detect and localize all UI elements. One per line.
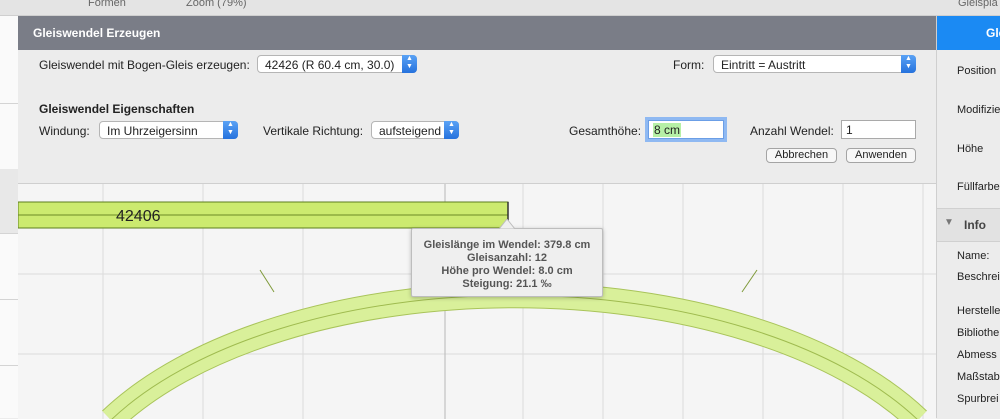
windung-select-value: Im Uhrzeigersinn — [107, 124, 198, 138]
updown-chevron-icon: ▲ ▼ — [402, 55, 417, 73]
sidebar-info-section[interactable]: ▼ Info — [937, 208, 1000, 242]
form-select[interactable]: Eintritt = Austritt ▲ ▼ — [713, 55, 916, 73]
sidebar-massstab: Maßstab — [957, 371, 1000, 383]
sidebar-abmessung: Abmess — [957, 349, 997, 361]
toolbar-gleisplan-label[interactable]: Gleispla — [958, 0, 998, 9]
tooltip-count: Gleisanzahl: 12 — [466, 252, 548, 264]
gleiswendel-dialog: Gleiswendel Erzeugen Gleiswendel mit Bog… — [18, 16, 936, 419]
tooltip-arrow-icon — [499, 219, 515, 229]
track-info-tooltip: Gleislänge im Wendel: 379.8 cm Gleisanza… — [411, 228, 603, 297]
inspector-sidebar: Glei Position Modifizie Höhe Füllfarbe ▼… — [936, 16, 1000, 418]
track-preview-canvas[interactable]: 42406 Gleislänge im Wendel: 379.8 cm Gle… — [18, 183, 936, 419]
sidebar-name: Name: — [957, 250, 990, 262]
toolbar-zoom-label[interactable]: Zoom (79%) — [186, 0, 247, 9]
anzahl-value: 1 — [846, 123, 853, 137]
top-toolbar: Formen Zoom (79%) Gleispla — [0, 0, 1000, 16]
form-label: Form: — [673, 58, 705, 72]
anzahl-label: Anzahl Wendel: — [750, 124, 834, 138]
sidebar-fuellfarbe[interactable]: Füllfarbe — [957, 181, 1000, 193]
sidebar-hersteller: Herstelle — [957, 305, 1000, 317]
apply-button[interactable]: Anwenden — [846, 148, 916, 163]
anzahl-input[interactable]: 1 — [841, 120, 916, 139]
updown-chevron-icon: ▲ ▼ — [444, 121, 459, 139]
tooltip-length: Gleislänge im Wendel: 379.8 cm — [423, 239, 591, 251]
section-title: Gleiswendel Eigenschaften — [39, 102, 195, 116]
gesamthoehe-input[interactable]: 8 cm — [648, 120, 724, 139]
sidebar-tab-label: Glei — [986, 26, 1000, 40]
tooltip-gradient: Steigung: 21.1 ‰ — [462, 278, 552, 290]
richtung-select[interactable]: aufsteigend ▲ ▼ — [371, 121, 459, 139]
bogen-select[interactable]: 42426 (R 60.4 cm, 30.0) ▲ ▼ — [257, 55, 417, 73]
windung-select[interactable]: Im Uhrzeigersinn ▲ ▼ — [99, 121, 238, 139]
windung-label: Windung: — [39, 124, 90, 138]
sidebar-hoehe[interactable]: Höhe — [957, 143, 983, 155]
disclosure-triangle-icon: ▼ — [944, 217, 954, 228]
dialog-titlebar: Gleiswendel Erzeugen — [18, 16, 936, 50]
updown-chevron-icon: ▲ ▼ — [223, 121, 238, 139]
track-drawing: 42406 — [18, 184, 936, 419]
sidebar-beschreibung: Beschrei — [957, 271, 1000, 283]
sidebar-position[interactable]: Position — [957, 65, 996, 77]
updown-chevron-icon: ▲ ▼ — [901, 55, 916, 73]
toolbar-formen-label[interactable]: Formen — [88, 0, 126, 9]
track-label: 42406 — [116, 208, 161, 225]
bogen-select-value: 42426 (R 60.4 cm, 30.0) — [265, 58, 395, 72]
track-joint — [259, 269, 275, 293]
cancel-button[interactable]: Abbrechen — [766, 148, 837, 163]
helix-track[interactable] — [102, 283, 927, 419]
sidebar-modifizieren[interactable]: Modifizie — [957, 104, 1000, 116]
form-select-value: Eintritt = Austritt — [721, 58, 806, 72]
tooltip-height: Höhe pro Wendel: 8.0 cm — [441, 265, 573, 277]
sidebar-tab-gleis[interactable]: Glei — [937, 16, 1000, 50]
richtung-select-value: aufsteigend — [379, 124, 442, 138]
richtung-label: Vertikale Richtung: — [263, 124, 364, 138]
left-panel-strip — [0, 16, 19, 418]
sidebar-info-title: Info — [964, 218, 986, 232]
track-joint — [741, 269, 758, 293]
sidebar-spurbreite: Spurbrei — [957, 393, 999, 405]
sidebar-bibliothek: Bibliothe — [957, 327, 1000, 339]
gesamthoehe-value: 8 cm — [653, 123, 682, 137]
gesamthoehe-label: Gesamthöhe: — [569, 124, 642, 138]
dialog-title: Gleiswendel Erzeugen — [33, 26, 161, 40]
bogen-label: Gleiswendel mit Bogen-Gleis erzeugen: — [39, 58, 250, 72]
